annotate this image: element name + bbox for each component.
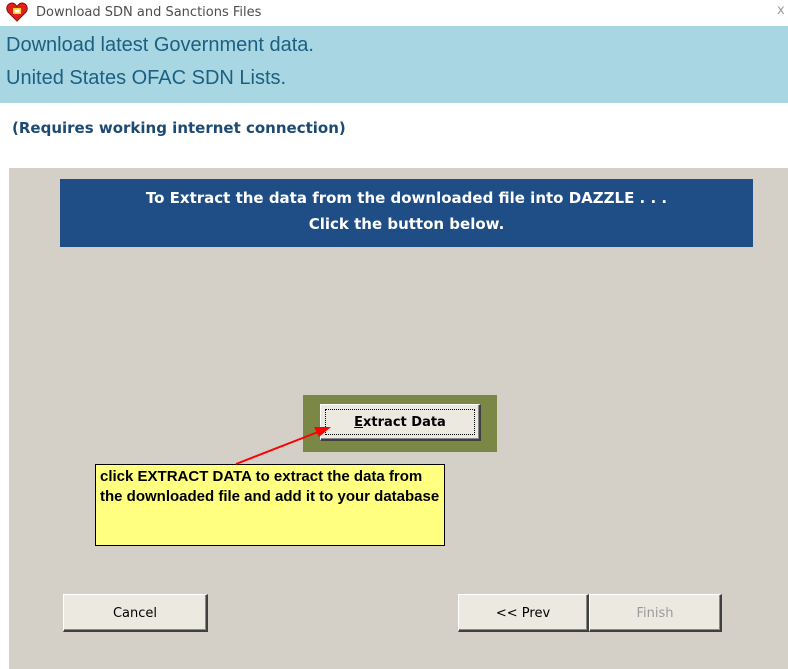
instruction-line-2: Click the button below. xyxy=(308,215,505,233)
instruction-line-1: To Extract the data from the downloaded … xyxy=(145,189,668,207)
prev-button[interactable]: << Prev xyxy=(458,594,589,632)
cancel-button[interactable]: Cancel xyxy=(63,594,208,632)
instruction-banner: To Extract the data from the downloaded … xyxy=(60,179,753,247)
window-title: Download SDN and Sanctions Files xyxy=(36,5,262,20)
connection-requirement-note: (Requires working internet connection) xyxy=(12,119,346,137)
cancel-label: Cancel xyxy=(112,606,158,621)
extract-accelerator: E xyxy=(354,415,364,430)
extract-data-label: Extract Data xyxy=(321,415,479,430)
finish-button[interactable]: Finish xyxy=(589,594,722,632)
extract-label-rest: xtract Data xyxy=(363,415,446,430)
finish-label: Finish xyxy=(636,606,674,621)
title-bar: Download SDN and Sanctions Files x xyxy=(0,0,788,26)
prev-label: << Prev xyxy=(495,606,551,621)
close-icon[interactable]: x xyxy=(777,3,785,18)
callout-note: click EXTRACT DATA to extract the data f… xyxy=(95,464,445,546)
header-subtitle: United States OFAC SDN Lists. xyxy=(6,67,287,89)
extract-data-button[interactable]: Extract Data xyxy=(320,404,481,441)
header-title: Download latest Government data. xyxy=(6,34,314,56)
header-banner: Download latest Government data. United … xyxy=(0,26,788,103)
heart-app-icon xyxy=(6,2,28,22)
